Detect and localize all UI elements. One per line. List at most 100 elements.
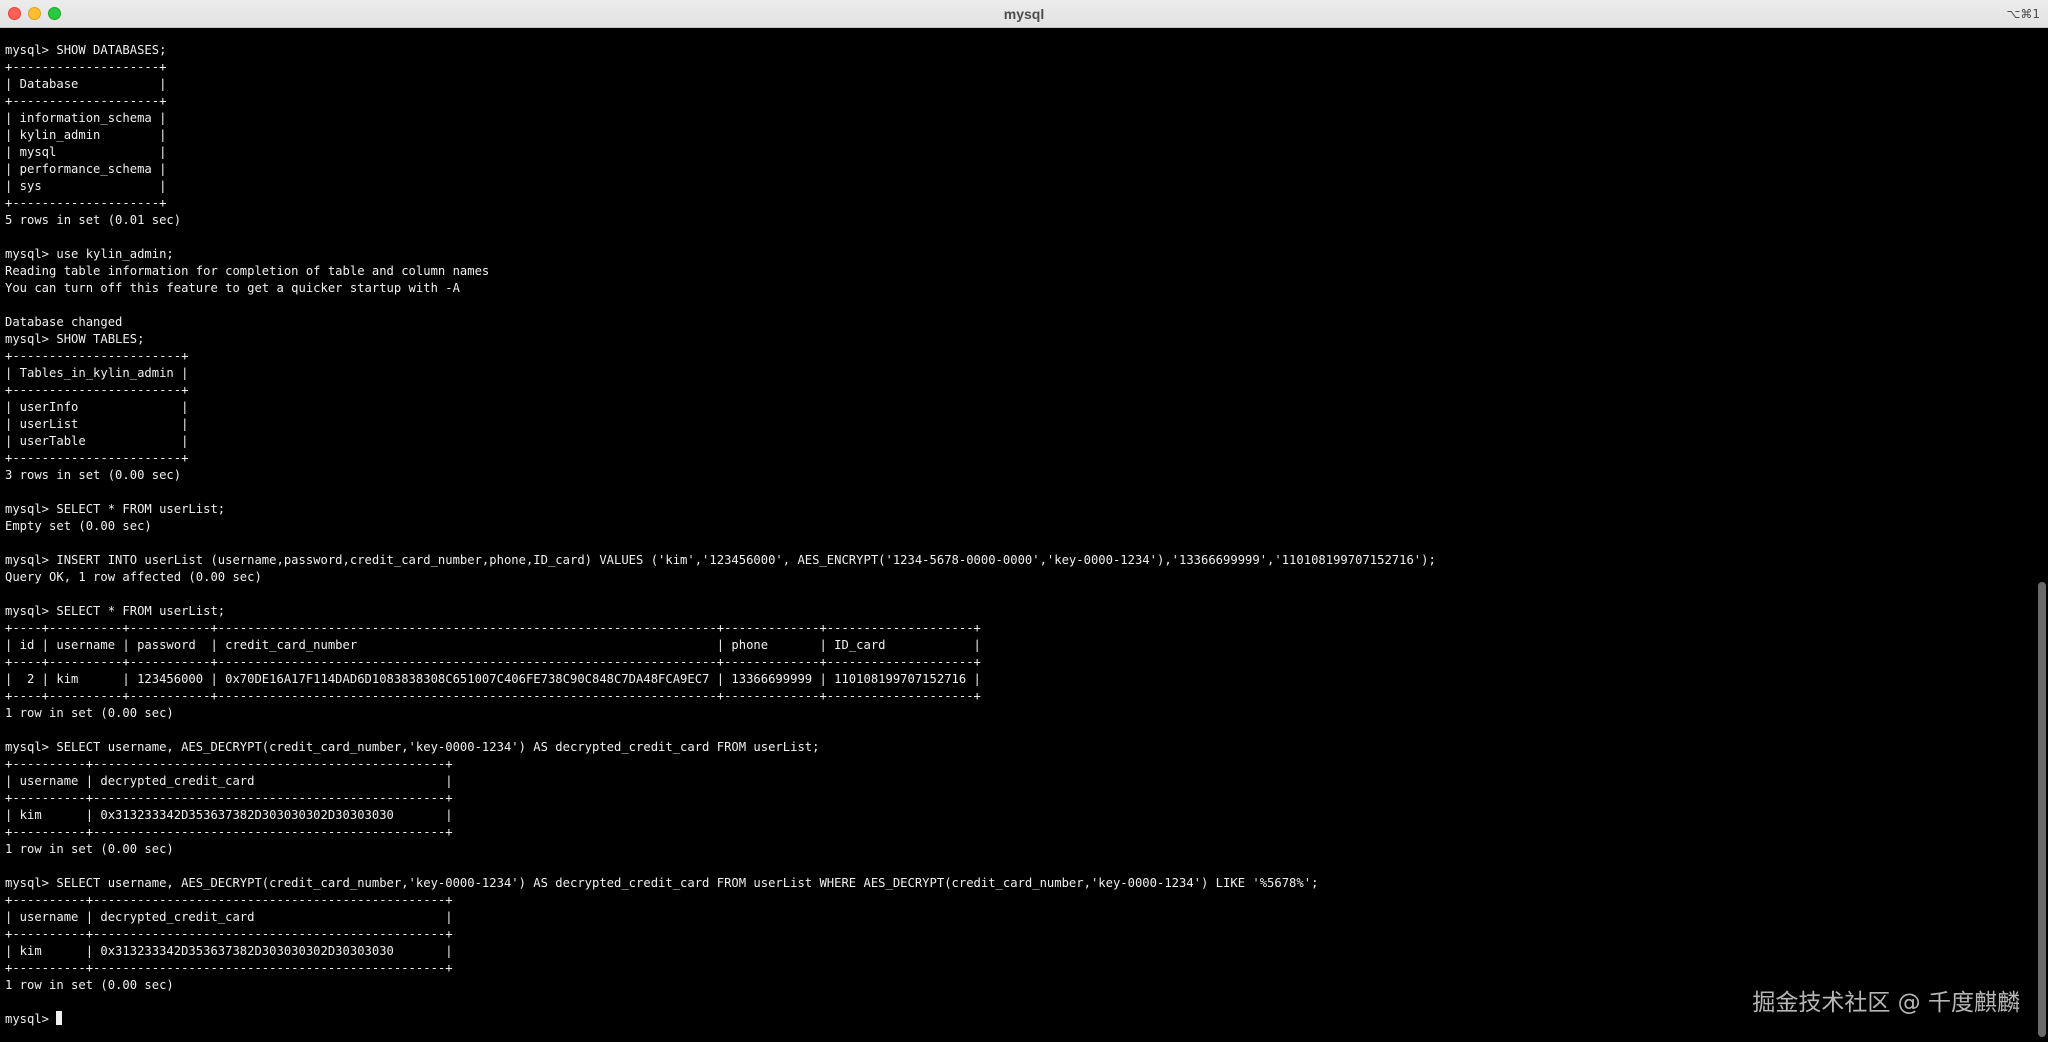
terminal-line-text: 1 row in set (0.00 sec)	[5, 842, 174, 856]
terminal-line-text: +----------+----------------------------…	[5, 961, 453, 975]
terminal-line-text: Empty set (0.00 sec)	[5, 519, 152, 533]
terminal-line-text: | Database |	[5, 77, 167, 91]
terminal-line: | 2 | kim | 123456000 | 0x70DE16A17F114D…	[5, 671, 2025, 688]
terminal-line: Query OK, 1 row affected (0.00 sec)	[5, 569, 2025, 586]
terminal-line-text: Query OK, 1 row affected (0.00 sec)	[5, 570, 262, 584]
terminal-line-text: 1 row in set (0.00 sec)	[5, 978, 174, 992]
terminal-line-text: | username | decrypted_credit_card |	[5, 910, 453, 924]
terminal-line-text: +----+----------+-----------+-----------…	[5, 689, 981, 703]
terminal-line-text: +----+----------+-----------+-----------…	[5, 621, 981, 635]
terminal-line: You can turn off this feature to get a q…	[5, 280, 2025, 297]
terminal-line: | username | decrypted_credit_card |	[5, 909, 2025, 926]
terminal-line: +----------+----------------------------…	[5, 960, 2025, 977]
terminal-window: mysql ⌥⌘1 mysql> SHOW DATABASES; +-------…	[0, 0, 2048, 1042]
terminal-output[interactable]: mysql> SHOW DATABASES; +-----------------…	[5, 42, 2025, 1037]
terminal-line: mysql> SHOW TABLES;	[5, 331, 2025, 348]
terminal-line: Empty set (0.00 sec)	[5, 518, 2025, 535]
terminal-line-text: Database changed	[5, 315, 123, 329]
terminal-line: | sys |	[5, 178, 2025, 195]
terminal-line-text: | sys |	[5, 179, 167, 193]
terminal-line: +----------+----------------------------…	[5, 790, 2025, 807]
terminal-line-text: mysql> SELECT username, AES_DECRYPT(cred…	[5, 876, 1319, 890]
terminal-line-text: You can turn off this feature to get a q…	[5, 281, 460, 295]
terminal-line-text: mysql> SELECT username, AES_DECRYPT(cred…	[5, 740, 820, 754]
terminal-line: +----+----------+-----------+-----------…	[5, 620, 2025, 637]
terminal-line-text: +----+----------+-----------+-----------…	[5, 655, 981, 669]
terminal-line-text: | userList |	[5, 417, 189, 431]
terminal-line: | kim | 0x313233342D353637382D303030302D…	[5, 807, 2025, 824]
title-bar[interactable]: mysql ⌥⌘1	[0, 0, 2048, 28]
terminal-line: | performance_schema |	[5, 161, 2025, 178]
terminal-line-text: +----------+----------------------------…	[5, 927, 453, 941]
terminal-line-text: +----------+----------------------------…	[5, 791, 453, 805]
terminal-line-text: | information_schema |	[5, 111, 167, 125]
terminal-line-text: +-----------------------+	[5, 383, 189, 397]
terminal-line: +----+----------+-----------+-----------…	[5, 654, 2025, 671]
terminal-line-text: mysql> SELECT * FROM userList;	[5, 604, 226, 618]
terminal-line-text: +--------------------+	[5, 94, 167, 108]
terminal-line-text: +----------+----------------------------…	[5, 893, 453, 907]
terminal-line: | Database |	[5, 76, 2025, 93]
terminal-line: | id | username | password | credit_card…	[5, 637, 2025, 654]
terminal-line-text: | kim | 0x313233342D353637382D303030302D…	[5, 808, 453, 822]
terminal-line: 1 row in set (0.00 sec)	[5, 841, 2025, 858]
terminal-line: +----+----------+-----------+-----------…	[5, 688, 2025, 705]
terminal-line: +--------------------+	[5, 195, 2025, 212]
terminal-line-text: +----------+----------------------------…	[5, 757, 453, 771]
text-cursor	[56, 1011, 63, 1025]
terminal-line-text: 5 rows in set (0.01 sec)	[5, 213, 182, 227]
terminal-line: mysql>	[5, 1011, 2025, 1028]
terminal-line-text: Reading table information for completion…	[5, 264, 490, 278]
terminal-line: Reading table information for completion…	[5, 263, 2025, 280]
terminal-line-text: +--------------------+	[5, 196, 167, 210]
terminal-line-text: | performance_schema |	[5, 162, 167, 176]
terminal-line: mysql> SELECT * FROM userList;	[5, 501, 2025, 518]
terminal-line: | userTable |	[5, 433, 2025, 450]
terminal-line-text: | userInfo |	[5, 400, 189, 414]
terminal-line-text: mysql> use kylin_admin;	[5, 247, 174, 261]
terminal-line: Database changed	[5, 314, 2025, 331]
window-shortcut: ⌥⌘1	[2006, 7, 2040, 21]
terminal-line: mysql> SHOW DATABASES;	[5, 42, 2025, 59]
terminal-line-text: mysql> SHOW TABLES;	[5, 332, 145, 346]
terminal-line: +----------+----------------------------…	[5, 926, 2025, 943]
terminal-line-text: | mysql |	[5, 145, 167, 159]
terminal-line: | kylin_admin |	[5, 127, 2025, 144]
terminal-line: +----------+----------------------------…	[5, 892, 2025, 909]
terminal-line: 1 row in set (0.00 sec)	[5, 705, 2025, 722]
terminal-line: +----------+----------------------------…	[5, 756, 2025, 773]
terminal-line: mysql> SELECT username, AES_DECRYPT(cred…	[5, 739, 2025, 756]
terminal-line: | kim | 0x313233342D353637382D303030302D…	[5, 943, 2025, 960]
terminal-line-text: | kylin_admin |	[5, 128, 167, 142]
terminal-line: mysql> SELECT username, AES_DECRYPT(cred…	[5, 875, 2025, 892]
terminal-line-text: | userTable |	[5, 434, 189, 448]
terminal-line: +-----------------------+	[5, 382, 2025, 399]
terminal-line: +-----------------------+	[5, 450, 2025, 467]
terminal-line-text: | username | decrypted_credit_card |	[5, 774, 453, 788]
terminal-scrollbar[interactable]	[2038, 582, 2046, 1037]
terminal-line: +----------+----------------------------…	[5, 824, 2025, 841]
terminal-line: 1 row in set (0.00 sec)	[5, 977, 2025, 994]
terminal-line: | Tables_in_kylin_admin |	[5, 365, 2025, 382]
terminal-line-text: 3 rows in set (0.00 sec)	[5, 468, 182, 482]
terminal-line-text: mysql> INSERT INTO userList (username,pa…	[5, 553, 1436, 567]
terminal-line-text: | kim | 0x313233342D353637382D303030302D…	[5, 944, 453, 958]
terminal-line: 5 rows in set (0.01 sec)	[5, 212, 2025, 229]
terminal-line: | mysql |	[5, 144, 2025, 161]
terminal-line: | userList |	[5, 416, 2025, 433]
terminal-line: mysql> SELECT * FROM userList;	[5, 603, 2025, 620]
terminal-line-text: | Tables_in_kylin_admin |	[5, 366, 189, 380]
window-title: mysql	[1003, 6, 1045, 22]
terminal-line-text: +-----------------------+	[5, 451, 189, 465]
terminal-line: +-----------------------+	[5, 348, 2025, 365]
terminal-line-text: +--------------------+	[5, 60, 167, 74]
terminal-line: | username | decrypted_credit_card |	[5, 773, 2025, 790]
terminal-line: +--------------------+	[5, 93, 2025, 110]
terminal-line-text: | 2 | kim | 123456000 | 0x70DE16A17F114D…	[5, 672, 981, 686]
